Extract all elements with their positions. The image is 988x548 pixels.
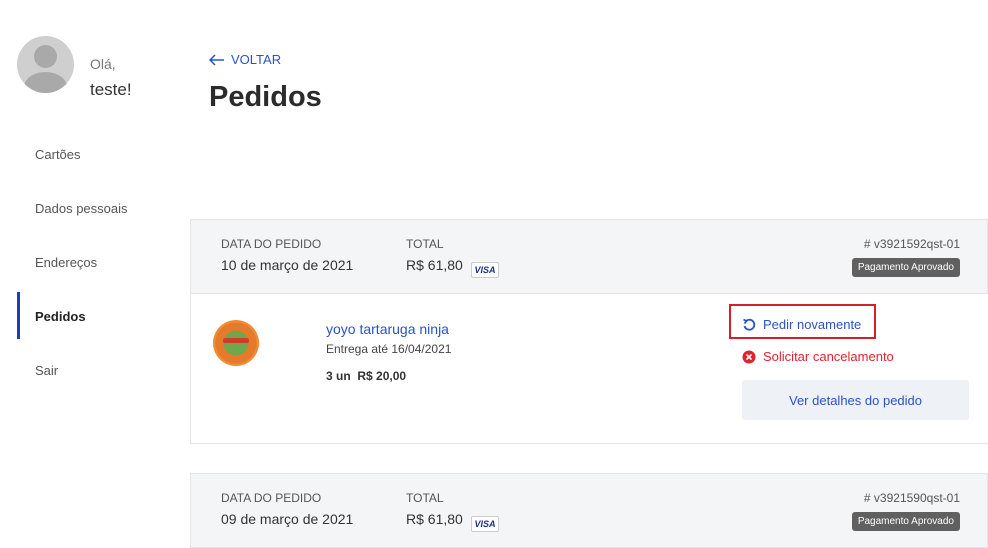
- greeting: Olá,: [90, 56, 116, 72]
- cancel-label: Solicitar cancelamento: [763, 349, 894, 364]
- item-quantity: 3 un: [326, 369, 351, 383]
- reorder-button[interactable]: Pedir novamente: [742, 317, 861, 332]
- cancel-order-button[interactable]: Solicitar cancelamento: [742, 349, 894, 364]
- order-total: R$ 61,80: [406, 511, 463, 527]
- arrow-left-icon: [209, 53, 224, 66]
- product-image[interactable]: [213, 320, 259, 366]
- order-header: DATA DO PEDIDO 10 de março de 2021 TOTAL…: [190, 219, 988, 294]
- back-link[interactable]: VOLTAR: [209, 52, 281, 67]
- sidebar-item-cartoes[interactable]: Cartões: [35, 147, 81, 163]
- status-badge: Pagamento Aprovado: [851, 512, 960, 531]
- order-details-button[interactable]: Ver detalhes do pedido: [742, 380, 969, 420]
- order-number: # v3921592qst-01: [863, 237, 960, 251]
- order-date-label: DATA DO PEDIDO: [221, 237, 322, 251]
- visa-icon: VISA: [471, 262, 499, 278]
- sidebar-item-dados-pessoais[interactable]: Dados pessoais: [35, 201, 128, 217]
- page-title: Pedidos: [209, 81, 322, 113]
- order-total: R$ 61,80: [406, 257, 463, 273]
- avatar: [17, 36, 74, 93]
- item-price: R$ 20,00: [357, 369, 407, 383]
- order-date-label: DATA DO PEDIDO: [221, 491, 322, 505]
- cancel-icon: [742, 350, 756, 363]
- product-name-link[interactable]: yoyo tartaruga ninja: [326, 321, 449, 337]
- order-total-label: TOTAL: [406, 491, 444, 505]
- delivery-date: Entrega até 16/04/2021: [326, 342, 452, 356]
- order-body: yoyo tartaruga ninja Entrega até 16/04/2…: [190, 294, 988, 444]
- quantity-price: 3 un R$ 20,00: [326, 369, 406, 383]
- sidebar-item-sair[interactable]: Sair: [35, 363, 58, 379]
- refresh-icon: [743, 318, 756, 331]
- sidebar-item-pedidos[interactable]: Pedidos: [35, 309, 86, 325]
- order-date: 09 de março de 2021: [221, 511, 354, 527]
- sidebar-item-enderecos[interactable]: Endereços: [35, 255, 97, 271]
- status-badge: Pagamento Aprovado: [851, 258, 960, 277]
- user-name: teste!: [90, 80, 132, 99]
- active-indicator: [17, 292, 20, 339]
- order-date: 10 de março de 2021: [221, 257, 354, 273]
- order-number: # v3921590qst-01: [863, 491, 960, 505]
- order-total-label: TOTAL: [406, 237, 444, 251]
- visa-icon: VISA: [471, 516, 499, 532]
- back-label: VOLTAR: [231, 52, 282, 67]
- order-header: DATA DO PEDIDO 09 de março de 2021 TOTAL…: [190, 473, 988, 548]
- reorder-label: Pedir novamente: [763, 317, 862, 332]
